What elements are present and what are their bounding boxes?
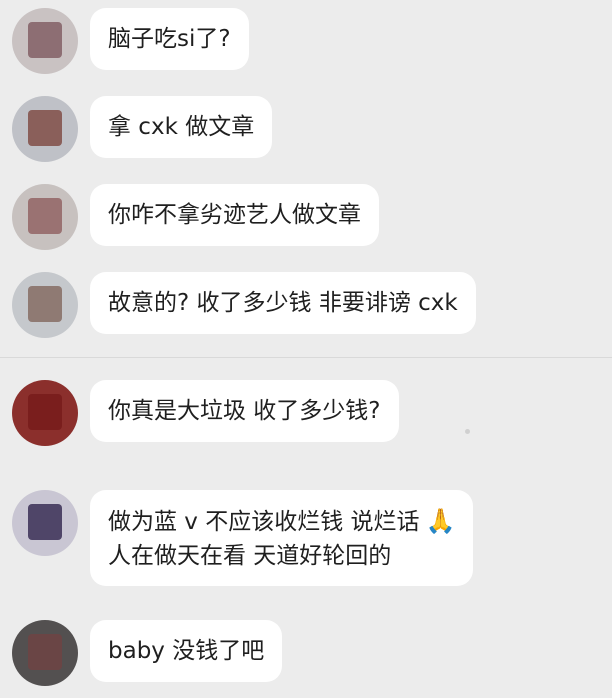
message-text: 拿 cxk 做文章 <box>108 114 255 140</box>
message-text: 人在做天在看 天道好轮回的 <box>108 543 392 569</box>
avatar-image <box>28 110 62 146</box>
avatar[interactable] <box>12 272 78 338</box>
avatar-image <box>28 394 62 430</box>
avatar[interactable] <box>12 380 78 446</box>
avatar[interactable] <box>12 96 78 162</box>
message-bubble[interactable]: 脑子吃si了? <box>90 8 249 70</box>
message-text: 脑子吃si了? <box>108 26 231 52</box>
avatar[interactable] <box>12 620 78 686</box>
message-bubble[interactable]: 拿 cxk 做文章 <box>90 96 273 158</box>
message-bubble[interactable]: baby 没钱了吧 <box>90 620 283 682</box>
message-line-2: 人在做天在看 天道好轮回的 <box>108 539 455 573</box>
message-text: 你咋不拿劣迹艺人做文章 <box>108 202 361 228</box>
decoration-dot <box>465 429 470 434</box>
message-bubble[interactable]: 你真是大垃圾 收了多少钱? <box>90 380 399 442</box>
avatar-image <box>28 634 62 670</box>
message-text: 你真是大垃圾 收了多少钱? <box>108 398 381 424</box>
message-bubble[interactable]: 你咋不拿劣迹艺人做文章 <box>90 184 379 246</box>
avatar-image <box>28 198 62 234</box>
message-text: 做为蓝 v 不应该收烂钱 说烂话 <box>108 509 420 535</box>
avatar-image <box>28 286 62 322</box>
avatar[interactable] <box>12 184 78 250</box>
section-divider <box>0 357 612 358</box>
chat-message-list: 脑子吃si了? 拿 cxk 做文章 你咋不拿劣迹艺人做文章 故意的? 收了多少钱… <box>0 0 612 698</box>
avatar-image <box>28 504 62 540</box>
message-text: 故意的? 收了多少钱 非要诽谤 cxk <box>108 290 458 316</box>
avatar[interactable] <box>12 490 78 556</box>
avatar[interactable] <box>12 8 78 74</box>
message-text: baby 没钱了吧 <box>108 638 265 664</box>
avatar-image <box>28 22 62 58</box>
folded-hands-emoji: 🙏 <box>425 507 456 535</box>
message-line-1: 做为蓝 v 不应该收烂钱 说烂话 🙏 <box>108 504 455 539</box>
message-bubble[interactable]: 故意的? 收了多少钱 非要诽谤 cxk <box>90 272 476 334</box>
message-bubble[interactable]: 做为蓝 v 不应该收烂钱 说烂话 🙏 人在做天在看 天道好轮回的 <box>90 490 474 586</box>
